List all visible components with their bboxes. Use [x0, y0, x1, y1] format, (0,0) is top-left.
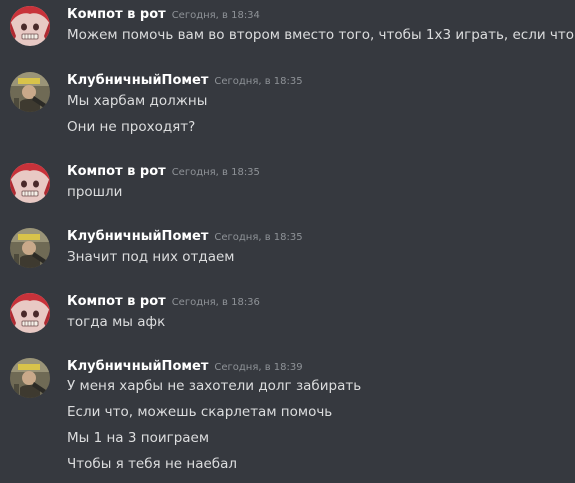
author-name[interactable]: КлубничныйПомет: [67, 359, 208, 374]
message-text: Они не проходят?: [67, 119, 196, 135]
author-name[interactable]: КлубничныйПомет: [67, 73, 208, 88]
message-header: КлубничныйПомет Сегодня, в 18:39: [67, 356, 303, 374]
message-text: Если что, можешь скарлетам помочь: [67, 404, 333, 420]
chat-log: Компот в рот Сегодня, в 18:34 Можем помоч…: [0, 0, 575, 483]
message-header: Компот в рот Сегодня, в 18:36: [67, 291, 260, 309]
red-hair-anime-avatar-icon[interactable]: [10, 293, 50, 333]
game-character-avatar-icon[interactable]: [10, 228, 50, 268]
message-text: тогда мы афк: [67, 314, 166, 330]
message-timestamp: Сегодня, в 18:34: [171, 10, 260, 21]
message-header: КлубничныйПомет Сегодня, в 18:35: [67, 226, 303, 244]
message-timestamp: Сегодня, в 18:39: [214, 362, 303, 373]
message-header: КлубничныйПомет Сегодня, в 18:35: [67, 70, 303, 88]
message-timestamp: Сегодня, в 18:36: [171, 297, 260, 308]
message-text: У меня харбы не захотели долг забирать: [67, 378, 362, 394]
author-name[interactable]: Компот в рот: [67, 7, 166, 22]
message-text: Значит под них отдаем: [67, 249, 235, 265]
message-timestamp: Сегодня, в 18:35: [171, 167, 260, 178]
game-character-avatar-icon[interactable]: [10, 72, 50, 112]
message-header: Компот в рот Сегодня, в 18:35: [67, 161, 260, 179]
message-timestamp: Сегодня, в 18:35: [214, 232, 303, 243]
message-timestamp: Сегодня, в 18:35: [214, 76, 303, 87]
author-name[interactable]: Компот в рот: [67, 294, 166, 309]
message-header: Компот в рот Сегодня, в 18:34: [67, 4, 260, 22]
message-text: Мы харбам должны: [67, 93, 208, 109]
game-character-avatar-icon[interactable]: [10, 358, 50, 398]
message-text: прошли: [67, 184, 123, 200]
message-text: Чтобы я тебя не наебал: [67, 456, 238, 472]
red-hair-anime-avatar-icon[interactable]: [10, 163, 50, 203]
author-name[interactable]: Компот в рот: [67, 164, 166, 179]
red-hair-anime-avatar-icon[interactable]: [10, 6, 50, 46]
message-text: Можем помочь вам во втором вместо того, …: [67, 27, 575, 43]
message-text: Мы 1 на 3 поиграем: [67, 430, 210, 446]
author-name[interactable]: КлубничныйПомет: [67, 229, 208, 244]
